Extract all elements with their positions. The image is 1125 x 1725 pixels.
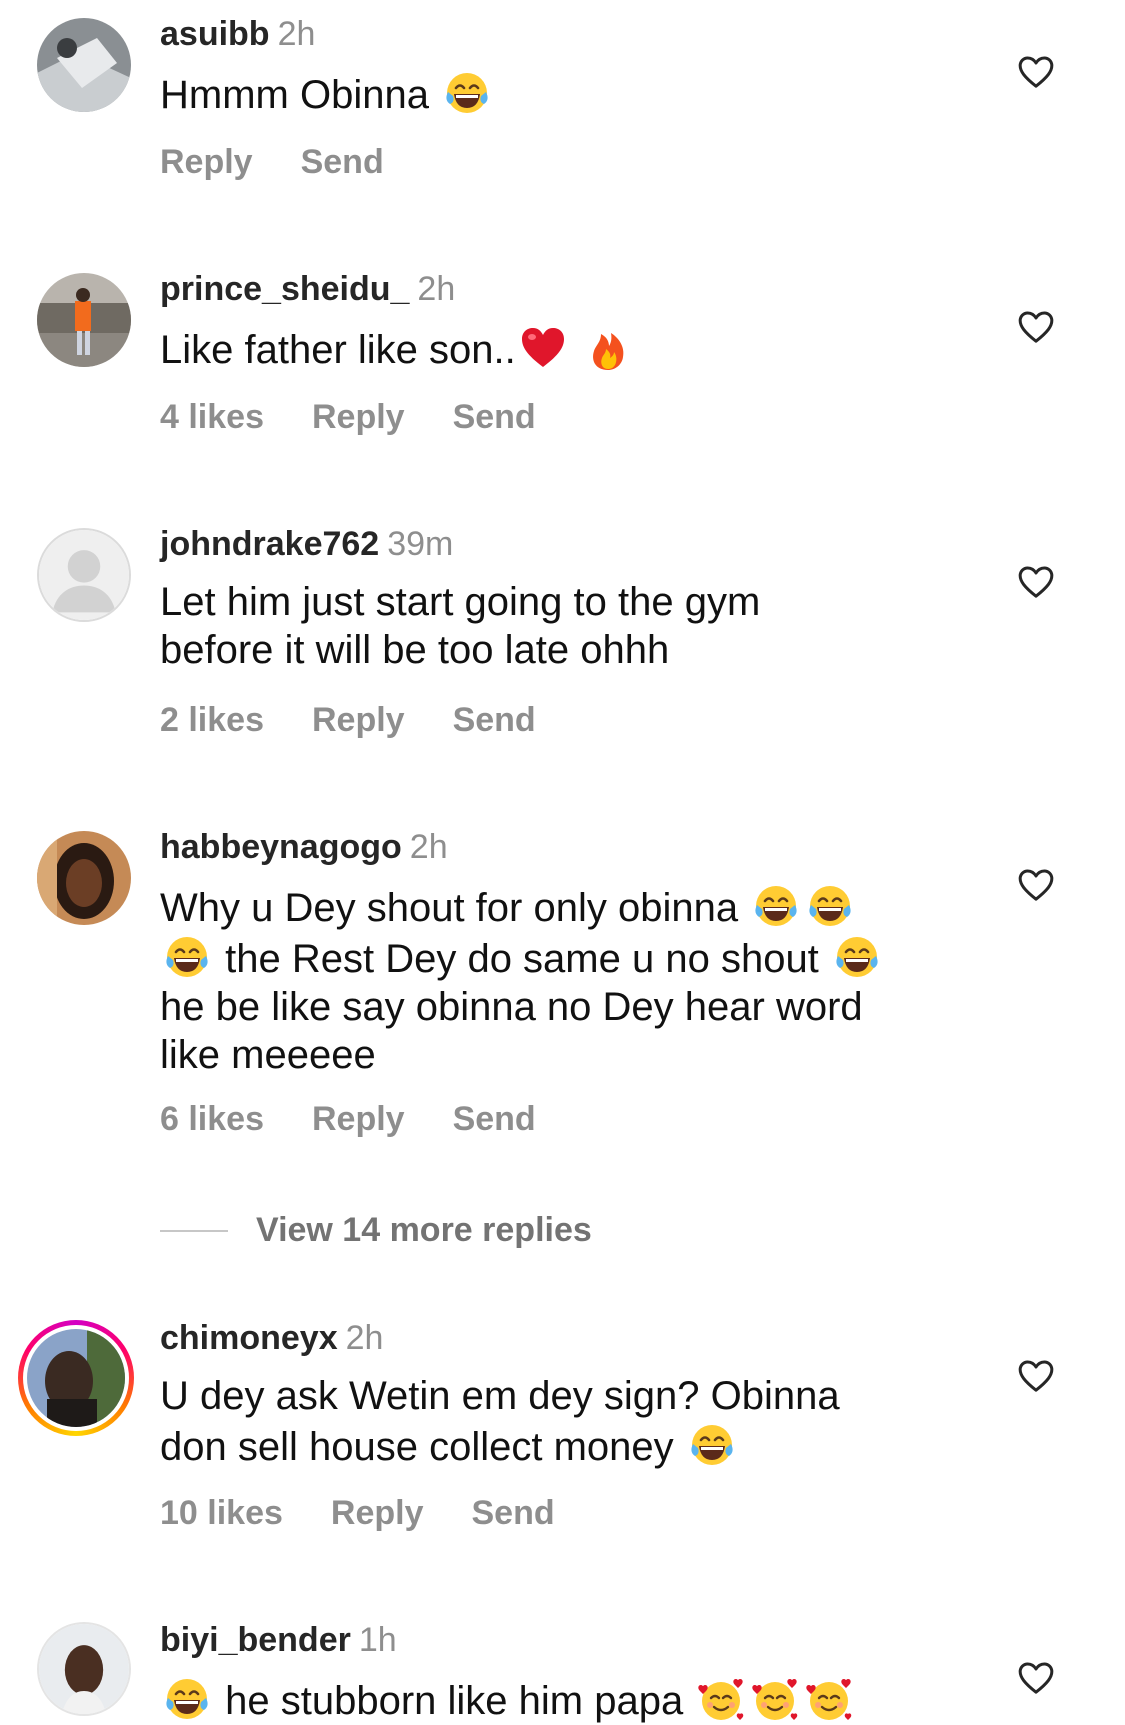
username[interactable]: prince_sheidu_	[160, 270, 409, 308]
avatar[interactable]	[37, 18, 131, 112]
reply-button[interactable]: Reply	[160, 143, 253, 181]
username[interactable]: asuibb	[160, 15, 270, 53]
likes-count[interactable]: 6 likes	[160, 1100, 264, 1138]
timestamp: 2h	[417, 270, 456, 308]
comment-meta: prince_sheidu_ 2h	[160, 269, 455, 309]
comment-text-line: Like father like son..	[160, 328, 516, 372]
send-button[interactable]: Send	[453, 701, 536, 739]
tears-of-joy-emoji	[162, 932, 212, 982]
comment-text-line: like meeeee	[160, 1033, 376, 1077]
likes-count[interactable]: 4 likes	[160, 398, 264, 436]
tears-of-joy-emoji	[832, 932, 882, 982]
likes-count[interactable]: 2 likes	[160, 701, 264, 739]
username[interactable]: habbeynagogo	[160, 828, 402, 866]
reply-button[interactable]: Reply	[312, 398, 405, 436]
comment-text-line: don sell house collect money	[160, 1425, 674, 1469]
story-ring[interactable]	[18, 1320, 134, 1436]
heart-outline-icon[interactable]	[1016, 865, 1056, 905]
tears-of-joy-emoji	[442, 68, 492, 118]
timestamp: 1h	[358, 1621, 397, 1659]
heart-outline-icon[interactable]	[1016, 1356, 1056, 1396]
comment-text-line: before it will be too late ohhh	[160, 628, 670, 672]
fire-emoji	[583, 323, 633, 373]
comment-meta: asuibb 2h	[160, 14, 315, 54]
comment-meta: habbeynagogo 2h	[160, 827, 448, 867]
send-button[interactable]: Send	[471, 1494, 554, 1532]
comment-text: Like father like son..	[160, 323, 960, 374]
view-more-replies-button[interactable]: View 14 more replies	[160, 1211, 592, 1250]
red-heart-emoji	[518, 323, 568, 373]
comment-text-line: he stubborn like him papa	[225, 1679, 684, 1723]
heart-outline-icon[interactable]	[1016, 52, 1056, 92]
comment-actions: 2 likes Reply Send	[160, 701, 584, 740]
comment-text: he stubborn like him papa	[160, 1674, 960, 1725]
username[interactable]: chimoneyx	[160, 1319, 338, 1357]
comment-actions: Reply Send	[160, 143, 432, 182]
smiling-face-with-hearts-emoji	[696, 1674, 746, 1724]
smiling-face-with-hearts-emoji	[750, 1674, 800, 1724]
avatar[interactable]	[37, 831, 131, 925]
comment-text-line: Why u Dey shout for only obinna	[160, 886, 739, 930]
comment-text-line: Let him just start going to the gym	[160, 580, 761, 624]
comment-actions: 4 likes Reply Send	[160, 398, 584, 437]
timestamp: 2h	[345, 1319, 384, 1357]
divider	[160, 1229, 228, 1232]
smiling-face-with-hearts-emoji	[804, 1674, 854, 1724]
tears-of-joy-emoji	[805, 881, 855, 931]
tears-of-joy-emoji	[687, 1420, 737, 1470]
comment-meta: biyi_bender 1h	[160, 1620, 397, 1660]
timestamp: 2h	[277, 15, 316, 53]
comment-text: U dey ask Wetin em dey sign? Obinna don …	[160, 1372, 960, 1471]
comment-text: Why u Dey shout for only obinna the Rest…	[160, 881, 960, 1079]
send-button[interactable]: Send	[301, 143, 384, 181]
comment-actions: 10 likes Reply Send	[160, 1494, 603, 1533]
reply-button[interactable]: Reply	[312, 1100, 405, 1138]
comment-text-line: the Rest Dey do same u no shout	[225, 937, 819, 981]
avatar[interactable]	[37, 273, 131, 367]
comment-meta: chimoneyx 2h	[160, 1318, 383, 1358]
comment-meta: johndrake762 39m	[160, 524, 453, 564]
comment-text: Let him just start going to the gym befo…	[160, 578, 960, 674]
likes-count[interactable]: 10 likes	[160, 1494, 283, 1532]
comment-text-line: he be like say obinna no Dey hear word	[160, 985, 863, 1029]
send-button[interactable]: Send	[453, 1100, 536, 1138]
avatar[interactable]	[37, 528, 131, 622]
tears-of-joy-emoji	[751, 881, 801, 931]
username[interactable]: johndrake762	[160, 525, 379, 563]
send-button[interactable]: Send	[453, 398, 536, 436]
username[interactable]: biyi_bender	[160, 1621, 351, 1659]
avatar[interactable]	[37, 1622, 131, 1716]
heart-outline-icon[interactable]	[1016, 1658, 1056, 1698]
comment-text-line: U dey ask Wetin em dey sign? Obinna	[160, 1374, 840, 1418]
comment-actions: 6 likes Reply Send	[160, 1100, 584, 1139]
comment-text-line: Hmmm Obinna	[160, 73, 429, 117]
view-more-replies-label: View 14 more replies	[256, 1211, 592, 1249]
comment-text: Hmmm Obinna	[160, 68, 960, 119]
tears-of-joy-emoji	[162, 1674, 212, 1724]
reply-button[interactable]: Reply	[331, 1494, 424, 1532]
heart-outline-icon[interactable]	[1016, 562, 1056, 602]
avatar[interactable]	[27, 1329, 125, 1427]
heart-outline-icon[interactable]	[1016, 307, 1056, 347]
timestamp: 2h	[409, 828, 448, 866]
timestamp: 39m	[387, 525, 454, 563]
reply-button[interactable]: Reply	[312, 701, 405, 739]
